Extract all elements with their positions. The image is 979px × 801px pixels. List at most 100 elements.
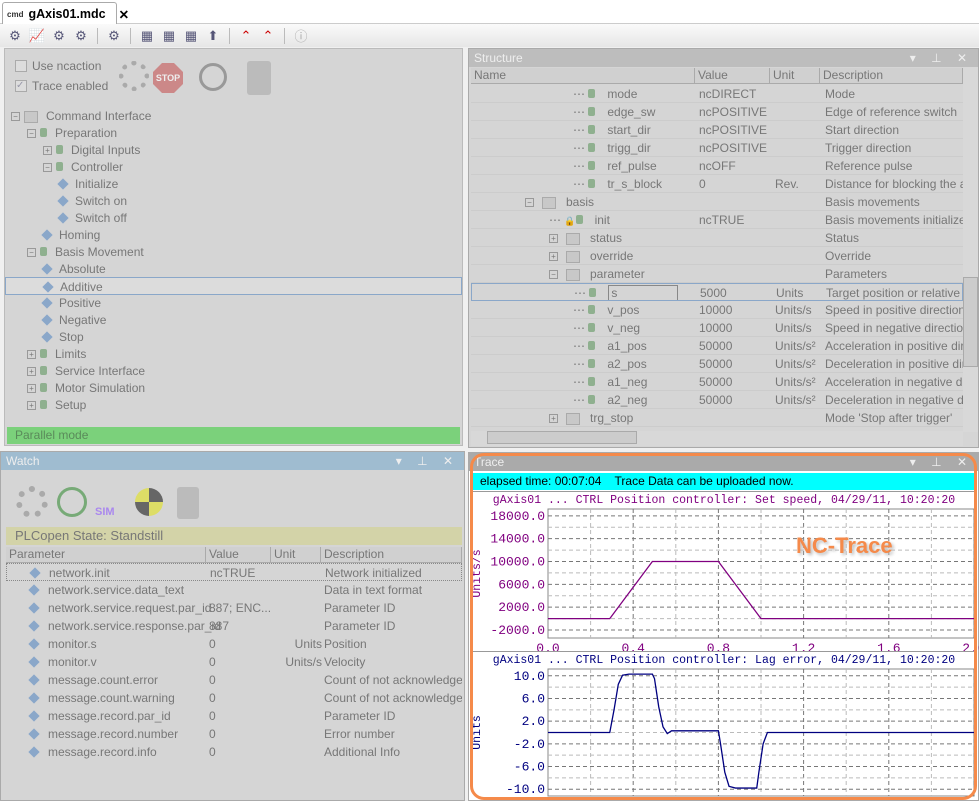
traffic-light-button[interactable]: [177, 487, 199, 519]
expand-toggle[interactable]: −: [11, 112, 20, 122]
watch-row[interactable]: message.record.number 0 Error number: [6, 725, 462, 743]
watch-row[interactable]: monitor.v 0 Units/s Velocity: [6, 653, 462, 671]
tree-item[interactable]: Stop: [5, 328, 462, 346]
watch-row[interactable]: message.record.info 0 Additional Info: [6, 743, 462, 761]
watch-row[interactable]: network.service.request.par_id 887; ENC..…: [6, 599, 462, 617]
tree-item[interactable]: + Limits: [5, 345, 462, 363]
structure-row[interactable]: ⋯ v_neg 10000 Units/s Speed in negative dir…: [471, 319, 963, 337]
run-gear-button[interactable]: [119, 61, 149, 91]
tree-item[interactable]: + Digital Inputs: [5, 141, 462, 159]
expand-toggle[interactable]: −: [549, 270, 558, 280]
value-cell[interactable]: 887: [209, 617, 229, 635]
expand-toggle[interactable]: +: [27, 367, 36, 377]
column-header-description[interactable]: Description: [321, 547, 462, 563]
info-icon[interactable]: ⓘ: [291, 27, 311, 45]
trace-play-icon[interactable]: ▦: [159, 27, 179, 45]
tree-item[interactable]: + Motor Simulation: [5, 379, 462, 397]
tree-item[interactable]: Negative: [5, 311, 462, 329]
watch-row[interactable]: network.service.response.par_id 887 Parame…: [6, 617, 462, 635]
structure-row[interactable]: ⋯ s 5000 Units Target position or relative …: [471, 283, 963, 301]
tree-item[interactable]: Positive: [5, 294, 462, 312]
tree-item[interactable]: + Setup: [5, 396, 462, 414]
expand-toggle[interactable]: +: [43, 146, 52, 156]
tree-item[interactable]: − Preparation: [5, 124, 462, 142]
sim-button[interactable]: SIM: [95, 486, 125, 518]
traffic-light-button[interactable]: [247, 61, 271, 95]
panel-controls-icon[interactable]: ▾ ⊥ ✕: [396, 454, 459, 468]
tree-item[interactable]: Homing: [5, 226, 462, 244]
value-cell[interactable]: 0: [209, 743, 216, 761]
curve-disabled-icon[interactable]: ⌃: [258, 27, 278, 45]
structure-row[interactable]: + trg_stop Mode 'Stop after trigger': [471, 409, 963, 427]
trace-stop-icon[interactable]: ▦: [181, 27, 201, 45]
expand-toggle[interactable]: +: [549, 252, 558, 262]
structure-row[interactable]: ⋯ trigg_dir ncPOSITIVE Trigger direction: [471, 139, 963, 157]
tree-item[interactable]: − Basis Movement: [5, 243, 462, 261]
value-cell[interactable]: 0: [209, 725, 216, 743]
structure-row[interactable]: ⋯ a2_pos 50000 Units/s² Deceleration in pos…: [471, 355, 963, 373]
column-header-description[interactable]: Description: [820, 68, 963, 84]
expand-toggle[interactable]: +: [549, 234, 558, 244]
structure-row[interactable]: ⋯ 🔒 init ncTRUE Basis movements initialized: [471, 211, 963, 229]
structure-row[interactable]: + override Override: [471, 247, 963, 265]
column-header-name[interactable]: Name: [471, 68, 695, 84]
value-cell[interactable]: 887; ENC...: [209, 599, 271, 617]
value-cell[interactable]: ncPOSITIVE: [699, 121, 767, 138]
tree-item[interactable]: Additive: [5, 277, 462, 295]
value-cell[interactable]: 50000: [699, 373, 732, 390]
value-cell[interactable]: 0: [209, 671, 216, 689]
expand-toggle[interactable]: +: [27, 350, 36, 360]
value-cell[interactable]: ncTRUE: [210, 564, 255, 580]
vertical-scrollbar[interactable]: [963, 67, 978, 432]
value-cell[interactable]: 5000: [700, 284, 727, 300]
upload-icon[interactable]: ⬆: [203, 27, 223, 45]
expand-toggle[interactable]: +: [27, 384, 36, 394]
close-tab-icon[interactable]: ✕: [119, 7, 129, 22]
tree-item[interactable]: − Controller: [5, 158, 462, 176]
panel-controls-icon[interactable]: ▾ ⊥ ✕: [910, 51, 973, 65]
tree-item[interactable]: Switch on: [5, 192, 462, 210]
structure-row[interactable]: ⋯ a1_pos 50000 Units/s² Acceleration in pos…: [471, 337, 963, 355]
search-gear-icon[interactable]: ⚙: [5, 27, 25, 45]
value-cell[interactable]: ncDIRECT: [699, 85, 756, 102]
column-header-value[interactable]: Value: [206, 547, 271, 563]
document-tab[interactable]: cmd gAxis01.mdc ✕: [2, 2, 129, 25]
value-cell[interactable]: 50000: [699, 337, 732, 354]
structure-row[interactable]: − basis Basis movements: [471, 193, 963, 211]
trace-enabled-checkbox[interactable]: ✓ Trace enabled: [15, 79, 108, 93]
watch-row[interactable]: monitor.s 0 Units Position: [6, 635, 462, 653]
tools-gear-icon[interactable]: ⚙: [49, 27, 69, 45]
structure-row[interactable]: ⋯ v_pos 10000 Units/s Speed in positive dir…: [471, 301, 963, 319]
structure-row[interactable]: − parameter Parameters: [471, 265, 963, 283]
power-button[interactable]: [57, 487, 87, 517]
value-cell[interactable]: 0: [209, 653, 216, 671]
expand-toggle[interactable]: −: [27, 129, 36, 139]
structure-row[interactable]: ⋯ mode ncDIRECT Mode: [471, 85, 963, 103]
stop-button[interactable]: STOP: [153, 63, 183, 93]
expand-toggle[interactable]: −: [43, 163, 52, 173]
structure-row[interactable]: ⋯ start_dir ncPOSITIVE Start direction: [471, 121, 963, 139]
value-cell[interactable]: 0: [209, 635, 216, 653]
value-cell[interactable]: 50000: [699, 391, 732, 408]
tree-item[interactable]: + Service Interface: [5, 362, 462, 380]
value-cell[interactable]: 10000: [699, 301, 732, 318]
value-cell[interactable]: 0: [209, 707, 216, 725]
trace-start-icon[interactable]: ▦: [137, 27, 157, 45]
watch-row[interactable]: network.service.data_text Data in text fo…: [6, 581, 462, 599]
trace-chart-icon[interactable]: 📈: [27, 27, 47, 45]
value-cell[interactable]: ncTRUE: [699, 211, 744, 228]
value-cell[interactable]: 0: [209, 689, 216, 707]
value-cell[interactable]: ncPOSITIVE: [699, 139, 767, 156]
column-header-unit[interactable]: Unit: [271, 547, 321, 563]
gear-button[interactable]: [16, 486, 48, 518]
curve-icon[interactable]: ⌃: [236, 27, 256, 45]
use-ncaction-checkbox[interactable]: Use ncaction: [15, 59, 101, 73]
expand-toggle[interactable]: +: [549, 414, 558, 424]
watch-row[interactable]: message.count.warning 0 Count of not ackno…: [6, 689, 462, 707]
value-cell[interactable]: 10000: [699, 319, 732, 336]
homing-button[interactable]: [135, 488, 163, 516]
value-cell[interactable]: ncOFF: [699, 157, 736, 174]
structure-row[interactable]: ⋯ edge_sw ncPOSITIVE Edge of reference swi…: [471, 103, 963, 121]
tree-item[interactable]: Initialize: [5, 175, 462, 193]
structure-row[interactable]: ⋯ tr_s_block 0 Rev. Distance for blocking t…: [471, 175, 963, 193]
